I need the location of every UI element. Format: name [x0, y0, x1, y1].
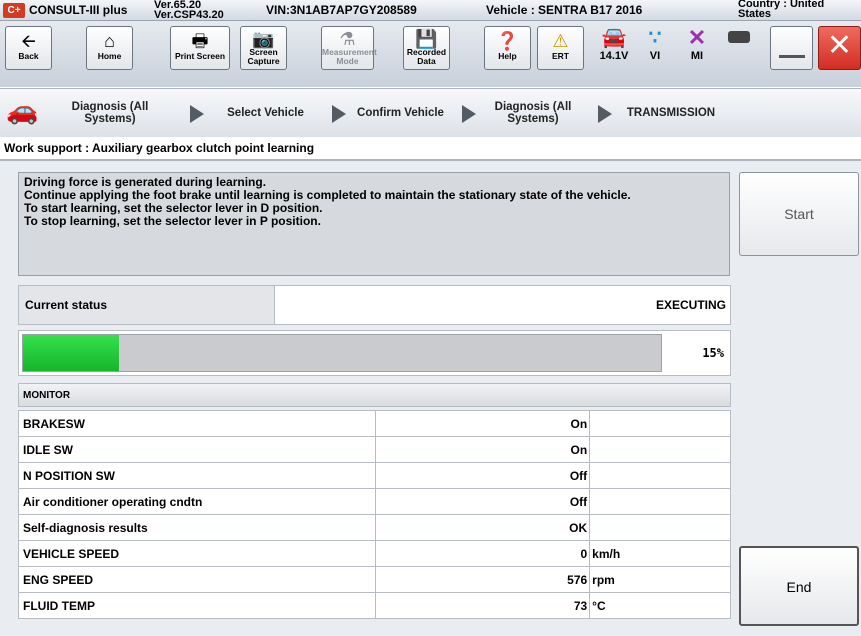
print-screen-button[interactable]: 🖶 Print Screen — [170, 26, 230, 70]
recorded-data-icon: 💾 — [415, 29, 438, 49]
vehicle-diagnosis-icon: 🚗 — [6, 95, 39, 125]
measurement-mode-button[interactable]: ⚗ Measurement Mode — [321, 26, 377, 70]
monitor-item-value: On — [374, 436, 591, 463]
monitor-item-unit — [589, 488, 731, 515]
home-icon: ⌂ — [104, 31, 115, 51]
signal-icon: ∵ — [648, 27, 662, 49]
mi-x-icon: ✕ — [687, 25, 707, 50]
app-name: CONSULT-III plus — [29, 3, 128, 17]
home-button[interactable]: ⌂ Home — [86, 26, 133, 70]
country-line-2: States — [738, 8, 772, 20]
monitor-item-unit — [589, 514, 731, 541]
monitor-item-unit — [589, 462, 731, 489]
help-icon: ❓ — [496, 31, 519, 51]
close-icon: ✕ — [826, 29, 853, 62]
close-button[interactable]: ✕ — [818, 26, 861, 70]
breadcrumb: 🚗 Diagnosis (All Systems) Select Vehicle… — [0, 88, 861, 138]
monitor-item-name: FLUID TEMP — [18, 592, 376, 619]
monitor-item-value: On — [374, 410, 591, 437]
monitor-item-name: N POSITION SW — [18, 462, 376, 489]
monitor-table: BRAKESW On IDLE SW On N POSITION SW Off Air co… — [18, 410, 731, 619]
ert-button[interactable]: ⚠ ERT — [537, 26, 584, 70]
page-title: Work support : Auxiliary gearbox clutch … — [0, 137, 861, 161]
monitor-item-name: ENG SPEED — [18, 566, 376, 593]
warning-icon: ⚠ — [552, 31, 569, 51]
table-row: VEHICLE SPEED 0 km/h — [18, 540, 731, 567]
version-line-2: Ver.CSP43.20 — [154, 9, 224, 21]
recorded-data-button[interactable]: 💾 Recorded Data — [403, 26, 450, 70]
table-row: Air conditioner operating cndtn Off — [18, 488, 731, 515]
measurement-icon: ⚗ — [339, 29, 356, 49]
minimize-button[interactable] — [770, 26, 813, 70]
current-status-label: Current status — [18, 285, 275, 325]
monitor-item-value: Off — [374, 488, 591, 515]
table-row: IDLE SW On — [18, 436, 731, 463]
mi-status: ✕ MI — [682, 25, 712, 63]
monitor-item-name: Self-diagnosis results — [18, 514, 376, 541]
monitor-item-name: BRAKESW — [18, 410, 376, 437]
monitor-item-unit: °C — [589, 592, 731, 619]
camera-icon: 📷 — [252, 29, 275, 49]
monitor-item-value: 73 — [374, 592, 591, 619]
consult-logo-icon: C+ — [3, 3, 25, 18]
monitor-item-name: IDLE SW — [18, 436, 376, 463]
help-button[interactable]: ❓ Help — [484, 26, 531, 70]
table-row: FLUID TEMP 73 °C — [18, 592, 731, 619]
table-row: BRAKESW On — [18, 410, 731, 437]
instructions-box: Driving force is generated during learni… — [18, 172, 730, 276]
monitor-item-value: OK — [374, 514, 591, 541]
table-row: ENG SPEED 576 rpm — [18, 566, 731, 593]
end-button[interactable]: End — [739, 546, 859, 626]
screen-capture-button[interactable]: 📷 Screen Capture — [240, 26, 287, 70]
progress-bar — [22, 334, 662, 372]
monitor-item-value: Off — [374, 462, 591, 489]
monitor-item-name: Air conditioner operating cndtn — [18, 488, 376, 515]
breadcrumb-item-select-vehicle[interactable]: Select Vehicle — [213, 89, 318, 137]
monitor-item-name: VEHICLE SPEED — [18, 540, 376, 567]
monitor-item-value: 0 — [374, 540, 591, 567]
start-button[interactable]: Start — [739, 172, 859, 256]
progress-percent: 15% — [702, 346, 724, 360]
current-status-value: EXECUTING — [274, 285, 731, 325]
breadcrumb-arrow-icon — [462, 105, 476, 123]
breadcrumb-arrow-icon — [332, 105, 346, 123]
title-bar: C+ CONSULT-III plus Ver.65.20 Ver.CSP43.… — [0, 0, 861, 21]
vi-status: ∵ VI — [640, 26, 670, 62]
progress-fill — [23, 335, 119, 371]
breadcrumb-item-diagnosis-all-systems-2[interactable]: Diagnosis (All Systems) — [478, 89, 588, 137]
breadcrumb-item-diagnosis-all-systems[interactable]: Diagnosis (All Systems) — [50, 89, 170, 137]
battery-status: 🚘 14.1V — [594, 26, 634, 62]
battery-icon — [728, 31, 750, 43]
progress-box: 15% — [18, 330, 731, 376]
toolbar: 🡨 Back ⌂ Home 🖶 Print Screen 📷 Screen Ca… — [0, 21, 861, 87]
breadcrumb-item-confirm-vehicle[interactable]: Confirm Vehicle — [348, 89, 453, 137]
back-arrow-icon: 🡨 — [21, 31, 36, 51]
table-row: Self-diagnosis results OK — [18, 514, 731, 541]
vin-label: VIN:3N1AB7AP7GY208589 — [266, 3, 417, 17]
monitor-item-unit — [589, 410, 731, 437]
back-button[interactable]: 🡨 Back — [5, 26, 52, 70]
minimize-icon — [779, 55, 805, 58]
monitor-item-value: 576 — [374, 566, 591, 593]
instruction-line: To stop learning, set the selector lever… — [24, 214, 321, 228]
monitor-item-unit: km/h — [589, 540, 731, 567]
breadcrumb-item-transmission[interactable]: TRANSMISSION — [616, 89, 726, 137]
monitor-item-unit — [589, 436, 731, 463]
monitor-item-unit: rpm — [589, 566, 731, 593]
table-row: N POSITION SW Off — [18, 462, 731, 489]
monitor-header: MONITOR — [18, 383, 731, 407]
breadcrumb-arrow-icon — [598, 105, 612, 123]
vehicle-label: Vehicle : SENTRA B17 2016 — [486, 3, 643, 17]
breadcrumb-arrow-icon — [190, 105, 204, 123]
printer-icon: 🖶 — [191, 31, 209, 51]
car-icon: 🚘 — [601, 27, 627, 49]
